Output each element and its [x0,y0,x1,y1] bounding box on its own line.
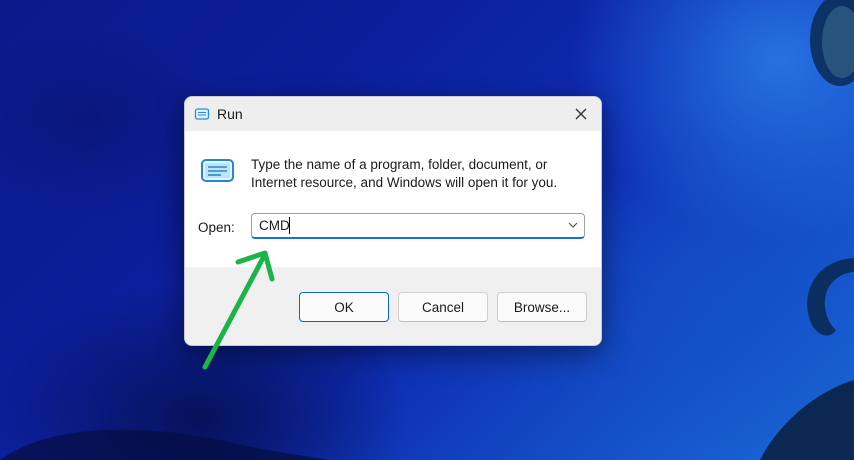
arrow-pointer-icon [202,250,275,370]
desktop-background: Run Type the name of a program, folder, … [0,0,854,460]
